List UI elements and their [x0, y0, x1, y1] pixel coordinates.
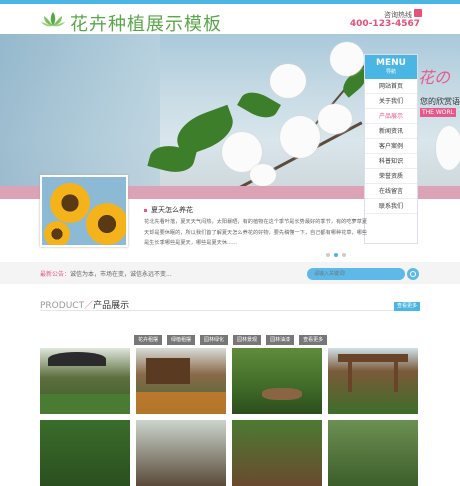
menu-item-message[interactable]: 在线留言 — [365, 184, 417, 199]
lotus-logo-icon[interactable] — [40, 10, 66, 30]
product-image[interactable] — [40, 348, 130, 414]
tab-flower-rental[interactable]: 花卉租摆 — [134, 335, 163, 345]
notice-bar: 最新公告： 诚信为本，市场在变，诚信永远不变... — [0, 262, 460, 284]
blossom — [280, 116, 320, 158]
menu-item-science[interactable]: 科普知识 — [365, 154, 417, 169]
blossom — [270, 64, 306, 98]
banner-tag: THE WORL — [420, 108, 457, 117]
menu-item-honors[interactable]: 荣誉资质 — [365, 169, 417, 184]
tab-garden-paint[interactable]: 园林油漆 — [266, 335, 295, 345]
product-image[interactable] — [136, 420, 226, 486]
menu-title-cn: 导航 — [385, 69, 396, 75]
product-category-tabs: 花卉租摆 绿植租摆 园林绿化 园林景观 园林油漆 查看更多 — [134, 326, 332, 345]
sunflower — [44, 221, 70, 245]
product-image[interactable] — [328, 348, 418, 414]
site-title[interactable]: 花卉种植展示模板 — [70, 10, 222, 36]
blossom — [318, 104, 352, 134]
menu-item-cases[interactable]: 客户案例 — [365, 139, 417, 154]
news-pager[interactable] — [326, 242, 350, 261]
news-dot-active[interactable] — [334, 253, 338, 257]
product-image[interactable] — [136, 348, 226, 414]
notice-text[interactable]: 诚信为本，市场在变，诚信永远不变... — [70, 269, 172, 278]
menu-item-news[interactable]: 新闻资讯 — [365, 124, 417, 139]
products-more-button[interactable]: 查看更多 — [394, 302, 420, 311]
news-title[interactable]: 夏天怎么养花 — [144, 205, 193, 215]
heading-divider — [40, 310, 420, 311]
tab-plant-rental[interactable]: 绿植租摆 — [167, 335, 196, 345]
product-image[interactable] — [232, 420, 322, 486]
banner-script-text: 花の — [418, 68, 451, 87]
product-image[interactable] — [232, 348, 322, 414]
hotline-number: 400-123-4567 — [349, 19, 420, 29]
news-dot[interactable] — [326, 253, 330, 257]
site-header: 花卉种植展示模板 咨询热线 400-123-4567 — [0, 4, 460, 36]
nav-menu: MENU 导航 网站首页 关于我们 产品展示 新闻资讯 客户案例 科普知识 荣誉… — [364, 54, 418, 244]
search-input[interactable] — [307, 268, 405, 280]
tab-garden-scenery[interactable]: 园林景观 — [233, 335, 262, 345]
sunflower — [50, 183, 90, 223]
menu-title-en: MENU — [376, 58, 406, 68]
blossom — [330, 42, 364, 76]
sunflower — [86, 203, 126, 245]
menu-item-products[interactable]: 产品展示 — [365, 109, 417, 124]
phone-icon — [414, 9, 422, 17]
banner-subtitle: 您的欣赏语 — [420, 97, 460, 106]
tab-landscaping[interactable]: 园林绿化 — [200, 335, 229, 345]
product-image[interactable] — [328, 420, 418, 486]
blossom — [436, 126, 460, 170]
menu-item-home[interactable]: 网站首页 — [365, 79, 417, 94]
news-feature: 夏天怎么养花 花北先看叶落，夏天天气闷热，太阳暴晒，有的植物在这个季节是长势最好… — [40, 175, 367, 253]
product-image[interactable] — [40, 420, 130, 486]
menu-item-about[interactable]: 关于我们 — [365, 94, 417, 109]
banner-background — [0, 34, 160, 186]
menu-header: MENU 导航 — [365, 55, 417, 79]
news-dot[interactable] — [342, 253, 346, 257]
menu-item-contact[interactable]: 联系我们 — [365, 199, 417, 214]
notice-label: 最新公告： — [40, 271, 71, 278]
sunflower-image[interactable] — [40, 175, 128, 247]
tab-more[interactable]: 查看更多 — [299, 335, 328, 345]
search-icon[interactable] — [407, 268, 419, 280]
